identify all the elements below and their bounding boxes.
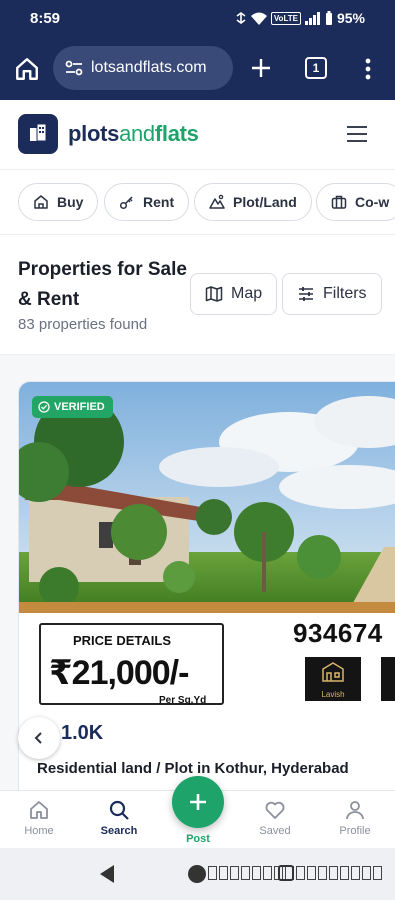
map-button[interactable]: Map	[190, 273, 278, 315]
logo-icon[interactable]	[18, 114, 58, 154]
post-button[interactable]	[172, 776, 224, 828]
new-tab-icon[interactable]	[249, 56, 273, 80]
banner-price-amount: ₹21,000/-	[49, 654, 189, 692]
nav-profile[interactable]: Profile	[320, 799, 390, 837]
banner-price-heading: PRICE DETAILS	[73, 633, 171, 648]
results-header: Properties for Sale & Rent 83 properties…	[0, 235, 395, 355]
carousel-prev-button[interactable]	[18, 717, 60, 759]
verified-badge: VERIFIED	[32, 396, 113, 418]
property-price: 1.0K	[61, 722, 104, 744]
wifi-icon	[250, 12, 267, 25]
category-chips: Buy Rent Plot/Land Co-w	[0, 170, 395, 235]
map-button-label: Map	[231, 285, 263, 302]
browser-toolbar: lotsandflats.com 1	[0, 38, 395, 100]
verified-badge-label: VERIFIED	[54, 401, 105, 413]
filters-button-label: Filters	[323, 285, 367, 302]
results-count: 83 properties found	[18, 316, 148, 333]
address-bar[interactable]: lotsandflats.com	[53, 46, 233, 90]
banner-logo: Lavish	[305, 657, 361, 701]
banner-phone: 934674	[293, 618, 383, 648]
nav-home-label: Home	[24, 825, 54, 837]
check-circle-icon	[38, 401, 50, 413]
chip-buy-label: Buy	[57, 194, 84, 210]
status-time: 8:59	[30, 10, 61, 27]
property-banner: PRICE DETAILS ₹21,000/- Per Sq.Yd 934674…	[19, 610, 395, 706]
volte-badge: VoLTE	[270, 11, 301, 25]
page-title: Properties for Sale & Rent	[18, 259, 187, 310]
system-navigation-bar	[0, 848, 395, 900]
chip-rent[interactable]: Rent	[104, 183, 190, 221]
system-gesture-glyphs	[208, 866, 382, 880]
brand-name[interactable]: plotsandflats	[68, 121, 199, 147]
chip-buy[interactable]: Buy	[18, 183, 99, 221]
site-settings-icon[interactable]	[63, 57, 85, 79]
brand-part-and: and	[119, 121, 155, 146]
battery-level: 95%	[336, 10, 365, 26]
nav-saved[interactable]: Saved	[240, 799, 310, 837]
url-text: lotsandflats.com	[91, 59, 207, 76]
land-icon	[209, 194, 225, 209]
nav-search[interactable]: Search	[84, 799, 154, 837]
property-card[interactable]: VERIFIED PRICE DETAILS ₹21,000/- Per Sq.…	[18, 381, 395, 790]
nav-profile-label: Profile	[339, 825, 371, 837]
brand-part-flats: flats	[154, 121, 199, 146]
briefcase-icon	[331, 195, 347, 209]
nav-saved-label: Saved	[259, 825, 291, 837]
battery-icon	[325, 11, 332, 25]
home-icon[interactable]	[14, 56, 40, 82]
home-icon	[30, 801, 48, 819]
chevron-left-icon	[34, 732, 42, 744]
banner-price-box: PRICE DETAILS ₹21,000/- Per Sq.Yd	[39, 623, 224, 706]
search-icon	[109, 800, 129, 820]
chip-coworking[interactable]: Co-w	[316, 183, 395, 221]
chip-rent-label: Rent	[143, 194, 175, 210]
back-icon[interactable]	[98, 864, 116, 884]
system-home-button[interactable]	[188, 865, 206, 883]
banner-logo-secondary	[381, 657, 395, 701]
recent-apps-icon[interactable]	[278, 865, 294, 881]
banner-price-unit: Per Sq.Yd	[159, 695, 207, 706]
building-logo-icon	[322, 662, 344, 682]
tab-switcher-button[interactable]: 1	[305, 57, 327, 79]
site-header: plotsandflats	[0, 100, 395, 170]
banner-logo-text: Lavish	[321, 690, 345, 699]
chip-coworking-label: Co-w	[355, 194, 390, 210]
signal-icon	[304, 11, 320, 25]
browser-menu-icon[interactable]	[360, 56, 376, 82]
post-button-label: Post	[186, 833, 210, 845]
property-title[interactable]: Residential land / Plot in Kothur, Hyder…	[37, 760, 349, 777]
heart-icon	[265, 801, 285, 819]
nav-home[interactable]: Home	[4, 799, 74, 837]
user-icon	[346, 801, 364, 820]
home-icon	[34, 195, 48, 209]
status-system-icons: VoLTE 95%	[235, 10, 365, 26]
sound-icon	[236, 12, 246, 24]
chip-plot-land[interactable]: Plot/Land	[194, 183, 312, 221]
map-icon	[205, 286, 223, 302]
menu-icon[interactable]	[346, 125, 368, 143]
plus-icon	[190, 794, 206, 810]
key-icon	[119, 196, 133, 210]
brand-part-plots: plots	[68, 121, 120, 146]
nav-search-label: Search	[100, 825, 138, 837]
listing-results: VERIFIED PRICE DETAILS ₹21,000/- Per Sq.…	[0, 355, 395, 790]
filters-button[interactable]: Filters	[282, 273, 382, 315]
filters-icon	[299, 287, 313, 301]
status-bar: 8:59 VoLTE 95%	[0, 0, 395, 38]
chip-plot-land-label: Plot/Land	[233, 194, 297, 210]
